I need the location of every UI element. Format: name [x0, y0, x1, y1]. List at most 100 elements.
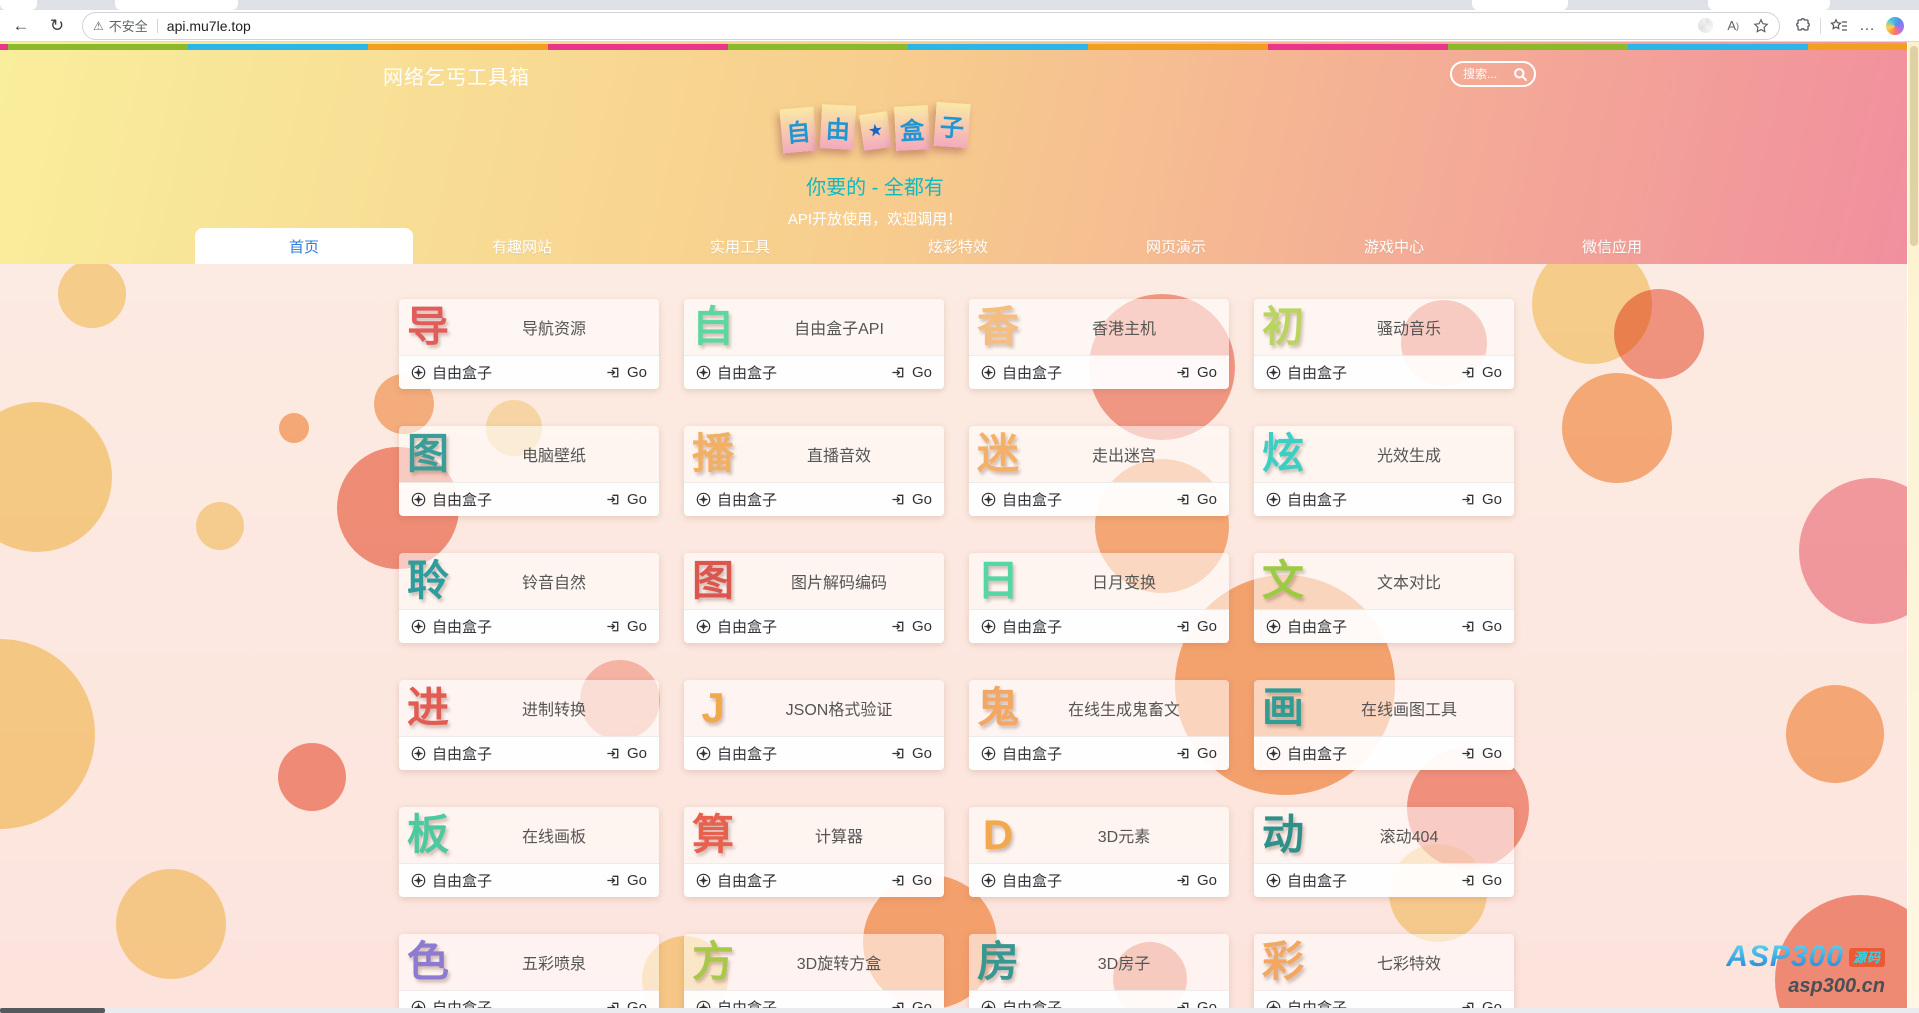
tool-card-21[interactable]: 色 五彩喷泉 自由盒子 Go — [399, 934, 659, 1008]
tool-card-body[interactable]: 炫 光效生成 — [1254, 426, 1514, 482]
tool-card-body[interactable]: D 3D元素 — [969, 807, 1229, 863]
card-brand-link[interactable]: 自由盒子 — [696, 616, 777, 637]
copilot-icon[interactable] — [1881, 13, 1909, 39]
card-go-link[interactable]: Go — [1461, 872, 1502, 889]
card-brand-link[interactable]: 自由盒子 — [696, 870, 777, 891]
card-go-link[interactable]: Go — [1461, 745, 1502, 762]
tool-card-body[interactable]: 聆 铃音自然 — [399, 553, 659, 609]
tool-card-body[interactable]: 图 图片解码编码 — [684, 553, 944, 609]
tool-card-body[interactable]: 导 导航资源 — [399, 299, 659, 355]
tool-card-7[interactable]: 迷 走出迷宫 自由盒子 Go — [969, 426, 1229, 516]
card-go-link[interactable]: Go — [606, 491, 647, 508]
tool-card-body[interactable]: 画 在线画图工具 — [1254, 680, 1514, 736]
card-brand-link[interactable]: 自由盒子 — [981, 489, 1062, 510]
horizontal-scrollbar-thumb[interactable] — [0, 1008, 105, 1013]
nav-tab-1[interactable]: 首页 — [195, 228, 413, 264]
tool-card-body[interactable]: 彩 七彩特效 — [1254, 934, 1514, 990]
card-go-link[interactable]: Go — [1461, 999, 1502, 1008]
tool-card-6[interactable]: 播 直播音效 自由盒子 Go — [684, 426, 944, 516]
tool-card-10[interactable]: 图 图片解码编码 自由盒子 Go — [684, 553, 944, 643]
card-go-link[interactable]: Go — [891, 745, 932, 762]
tool-card-body[interactable]: 方 3D旋转方盒 — [684, 934, 944, 990]
card-go-link[interactable]: Go — [1176, 364, 1217, 381]
card-brand-link[interactable]: 自由盒子 — [981, 743, 1062, 764]
tool-card-11[interactable]: 日 日月变换 自由盒子 Go — [969, 553, 1229, 643]
tool-card-body[interactable]: 图 电脑壁纸 — [399, 426, 659, 482]
tool-card-8[interactable]: 炫 光效生成 自由盒子 Go — [1254, 426, 1514, 516]
tool-card-body[interactable]: 日 日月变换 — [969, 553, 1229, 609]
card-go-link[interactable]: Go — [606, 999, 647, 1008]
card-brand-link[interactable]: 自由盒子 — [1266, 870, 1347, 891]
tool-card-14[interactable]: J JSON格式验证 自由盒子 Go — [684, 680, 944, 770]
search-icon[interactable] — [1513, 67, 1528, 82]
card-go-link[interactable]: Go — [1461, 491, 1502, 508]
card-brand-link[interactable]: 自由盒子 — [411, 997, 492, 1008]
card-go-link[interactable]: Go — [1176, 491, 1217, 508]
browser-tab-partial[interactable] — [1472, 0, 1568, 10]
tool-card-12[interactable]: 文 文本对比 自由盒子 Go — [1254, 553, 1514, 643]
nav-tab-3[interactable]: 实用工具 — [631, 228, 849, 264]
card-go-link[interactable]: Go — [1176, 745, 1217, 762]
vertical-scrollbar-thumb[interactable] — [1910, 46, 1918, 246]
card-go-link[interactable]: Go — [1176, 872, 1217, 889]
tool-card-body[interactable]: 动 滚动404 — [1254, 807, 1514, 863]
tool-card-18[interactable]: 算 计算器 自由盒子 Go — [684, 807, 944, 897]
card-go-link[interactable]: Go — [606, 618, 647, 635]
nav-tab-7[interactable]: 微信应用 — [1503, 228, 1721, 264]
enhance-icon[interactable] — [1698, 18, 1713, 33]
card-brand-link[interactable]: 自由盒子 — [1266, 997, 1347, 1008]
tool-card-body[interactable]: 播 直播音效 — [684, 426, 944, 482]
tool-card-2[interactable]: 自 自由盒子API 自由盒子 Go — [684, 299, 944, 389]
card-go-link[interactable]: Go — [606, 745, 647, 762]
browser-tab-partial[interactable] — [115, 0, 238, 10]
vertical-scrollbar[interactable] — [1907, 42, 1919, 1008]
nav-tab-4[interactable]: 炫彩特效 — [849, 228, 1067, 264]
card-brand-link[interactable]: 自由盒子 — [981, 870, 1062, 891]
card-brand-link[interactable]: 自由盒子 — [411, 489, 492, 510]
card-go-link[interactable]: Go — [1461, 618, 1502, 635]
read-aloud-icon[interactable]: A) — [1727, 18, 1739, 33]
tool-card-9[interactable]: 聆 铃音自然 自由盒子 Go — [399, 553, 659, 643]
refresh-button[interactable]: ↻ — [42, 13, 72, 39]
card-go-link[interactable]: Go — [606, 364, 647, 381]
horizontal-scrollbar[interactable] — [0, 1008, 1919, 1013]
tool-card-body[interactable]: 自 自由盒子API — [684, 299, 944, 355]
tool-card-body[interactable]: 香 香港主机 — [969, 299, 1229, 355]
back-button[interactable]: ← — [6, 13, 36, 39]
favorite-star-icon[interactable] — [1753, 18, 1769, 34]
tool-card-body[interactable]: 初 骚动音乐 — [1254, 299, 1514, 355]
nav-tab-6[interactable]: 游戏中心 — [1285, 228, 1503, 264]
tool-card-15[interactable]: 鬼 在线生成鬼畜文 自由盒子 Go — [969, 680, 1229, 770]
tool-card-1[interactable]: 导 导航资源 自由盒子 Go — [399, 299, 659, 389]
tool-card-17[interactable]: 板 在线画板 自由盒子 Go — [399, 807, 659, 897]
favorites-bar-icon[interactable] — [1825, 13, 1853, 39]
tool-card-body[interactable]: 迷 走出迷宫 — [969, 426, 1229, 482]
card-go-link[interactable]: Go — [1176, 999, 1217, 1008]
tool-card-4[interactable]: 初 骚动音乐 自由盒子 Go — [1254, 299, 1514, 389]
card-go-link[interactable]: Go — [1176, 618, 1217, 635]
tool-card-body[interactable]: 鬼 在线生成鬼畜文 — [969, 680, 1229, 736]
card-brand-link[interactable]: 自由盒子 — [1266, 489, 1347, 510]
tool-card-body[interactable]: 板 在线画板 — [399, 807, 659, 863]
search-box[interactable] — [1450, 61, 1536, 87]
card-brand-link[interactable]: 自由盒子 — [696, 743, 777, 764]
card-brand-link[interactable]: 自由盒子 — [1266, 616, 1347, 637]
tool-card-23[interactable]: 房 3D房子 自由盒子 Go — [969, 934, 1229, 1008]
tool-card-body[interactable]: 房 3D房子 — [969, 934, 1229, 990]
tool-card-body[interactable]: 进 进制转换 — [399, 680, 659, 736]
card-go-link[interactable]: Go — [891, 364, 932, 381]
extensions-icon[interactable] — [1788, 13, 1816, 39]
card-go-link[interactable]: Go — [891, 999, 932, 1008]
tool-card-3[interactable]: 香 香港主机 自由盒子 Go — [969, 299, 1229, 389]
card-go-link[interactable]: Go — [1461, 364, 1502, 381]
card-brand-link[interactable]: 自由盒子 — [1266, 743, 1347, 764]
card-brand-link[interactable]: 自由盒子 — [411, 616, 492, 637]
card-brand-link[interactable]: 自由盒子 — [696, 997, 777, 1008]
address-bar[interactable]: ⚠ 不安全 api.mu7le.top A) — [82, 12, 1780, 40]
tool-card-5[interactable]: 图 电脑壁纸 自由盒子 Go — [399, 426, 659, 516]
card-brand-link[interactable]: 自由盒子 — [1266, 362, 1347, 383]
tool-card-body[interactable]: 色 五彩喷泉 — [399, 934, 659, 990]
tool-card-16[interactable]: 画 在线画图工具 自由盒子 Go — [1254, 680, 1514, 770]
browser-tab-partial[interactable] — [0, 0, 37, 10]
search-input[interactable] — [1461, 66, 1513, 82]
